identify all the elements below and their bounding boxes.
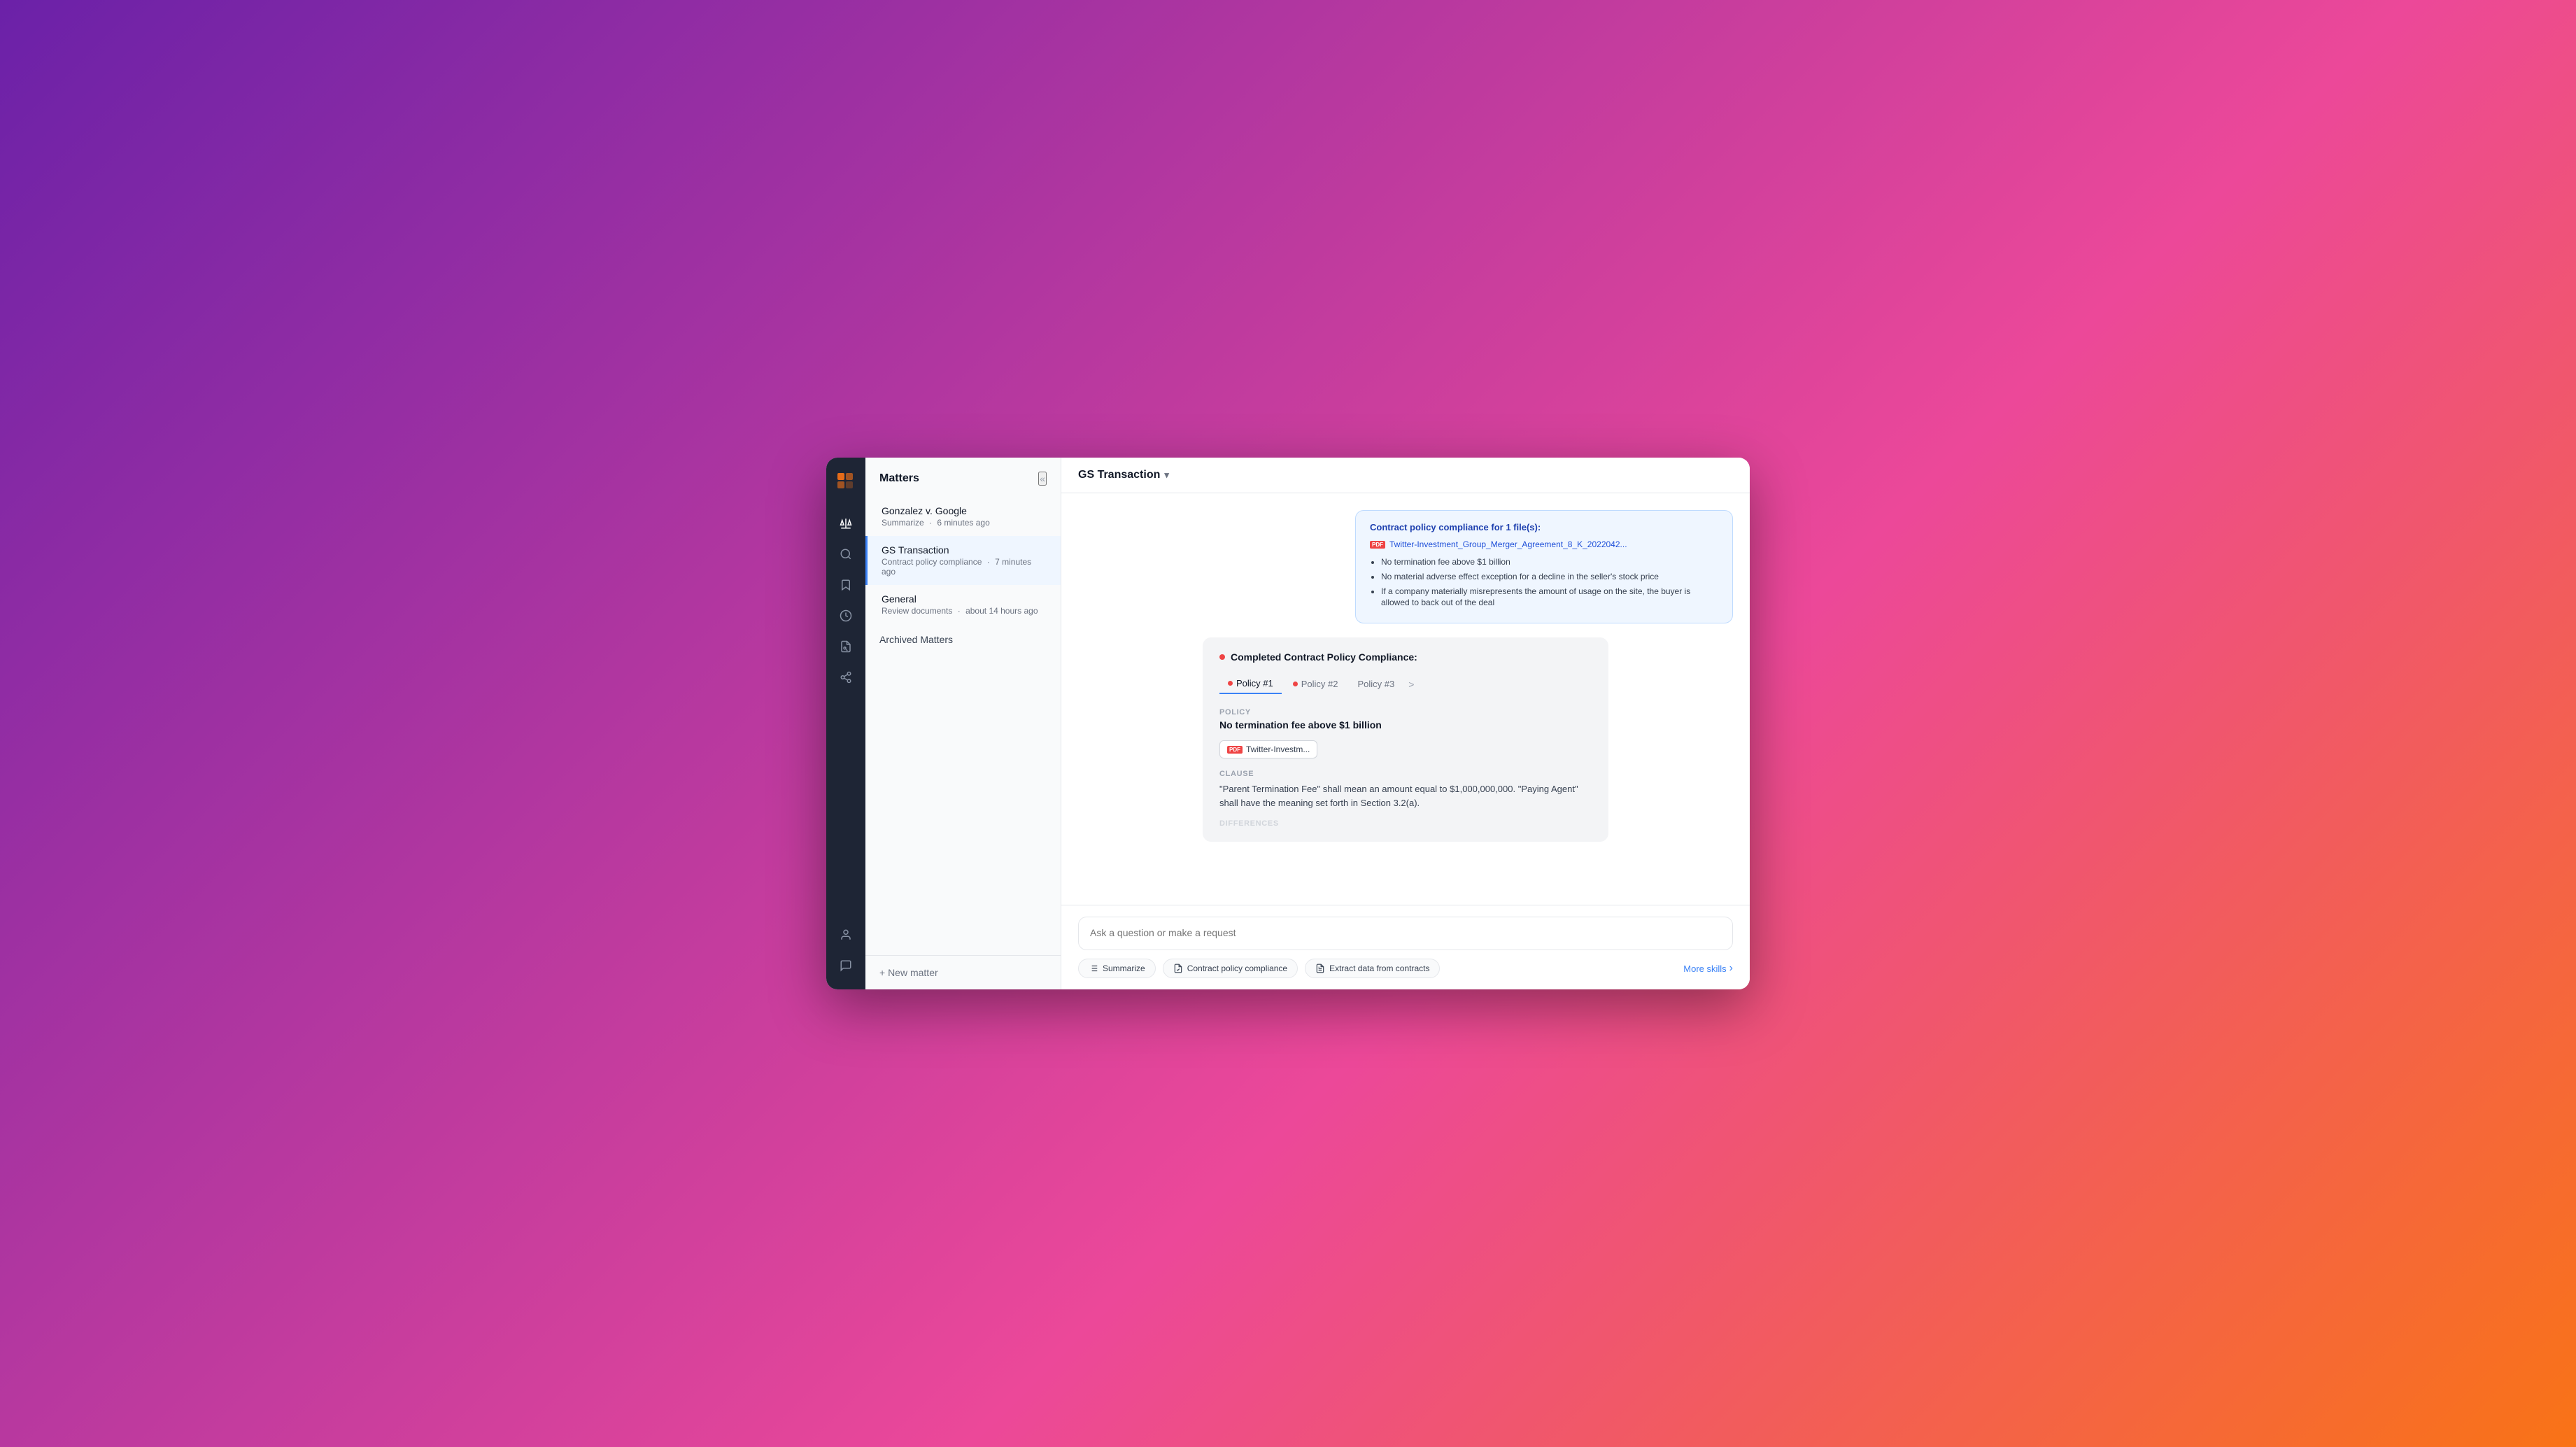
app-logo <box>833 469 858 494</box>
icon-bar-bottom <box>833 922 858 978</box>
policy-item-1: No termination fee above $1 billion <box>1381 556 1718 568</box>
sidebar-item-time: about 14 hours ago <box>965 606 1038 616</box>
sidebar-item-name: General <box>882 593 1047 605</box>
policy-item-2: No material adverse effect exception for… <box>1381 571 1718 583</box>
sidebar-item-meta: Contract policy compliance · 7 minutes a… <box>882 557 1047 577</box>
more-skills-chevron: › <box>1729 962 1733 975</box>
compliance-header: Completed Contract Policy Compliance: <box>1219 651 1592 663</box>
sidebar-item-time: 6 minutes ago <box>937 518 989 528</box>
main-header: GS Transaction ▾ <box>1061 458 1750 493</box>
doc-check-icon <box>1173 964 1183 973</box>
sidebar-item-name: Gonzalez v. Google <box>882 505 1047 516</box>
nav-history-icon[interactable] <box>833 603 858 628</box>
sidebar: Matters « Gonzalez v. Google Summarize ·… <box>865 458 1061 989</box>
policy-text: No termination fee above $1 billion <box>1219 719 1592 730</box>
chip-pdf-badge: PDF <box>1227 746 1243 754</box>
app-window: Matters « Gonzalez v. Google Summarize ·… <box>826 458 1750 989</box>
summarize-label: Summarize <box>1103 964 1145 973</box>
separator: · <box>958 606 961 616</box>
clause-section-label: CLAUSE <box>1219 770 1592 778</box>
more-skills-label: More skills <box>1683 964 1726 974</box>
more-skills-button[interactable]: More skills › <box>1683 962 1733 975</box>
status-dot <box>1219 654 1225 660</box>
compliance-card: Completed Contract Policy Compliance: Po… <box>1203 637 1608 842</box>
policy-tabs: Policy #1 Policy #2 Policy #3 > <box>1219 674 1592 694</box>
policy-tab-1[interactable]: Policy #1 <box>1219 674 1282 694</box>
nav-doc-search-icon[interactable] <box>833 634 858 659</box>
policy-item-3: If a company materially misrepresents th… <box>1381 586 1718 609</box>
chat-actions: Summarize Contract policy compliance <box>1078 959 1733 978</box>
tab-dot-1 <box>1228 681 1233 686</box>
chevron-down-icon: ▾ <box>1164 470 1169 481</box>
info-card: Contract policy compliance for 1 file(s)… <box>1355 510 1733 623</box>
sidebar-item-name: GS Transaction <box>882 544 1047 556</box>
nav-bookmark-icon[interactable] <box>833 572 858 598</box>
sidebar-item-action: Review documents <box>882 606 952 616</box>
tab-more-button[interactable]: > <box>1406 676 1417 693</box>
contract-compliance-chip[interactable]: Contract policy compliance <box>1163 959 1298 978</box>
nav-user-icon[interactable] <box>833 922 858 947</box>
file-chip[interactable]: PDF Twitter-Investm... <box>1219 740 1317 758</box>
main-content: GS Transaction ▾ Contract policy complia… <box>1061 458 1750 989</box>
summarize-chip[interactable]: Summarize <box>1078 959 1156 978</box>
clause-text: "Parent Termination Fee" shall mean an a… <box>1219 782 1592 810</box>
sidebar-items-list: Gonzalez v. Google Summarize · 6 minutes… <box>865 497 1061 955</box>
info-card-title: Contract policy compliance for 1 file(s)… <box>1370 522 1718 532</box>
separator: · <box>929 518 932 528</box>
policy-tab-2[interactable]: Policy #2 <box>1285 675 1347 693</box>
info-card-policy-list: No termination fee above $1 billion No m… <box>1370 556 1718 609</box>
tab-label-1: Policy #1 <box>1236 678 1273 689</box>
tab-label-3: Policy #3 <box>1358 679 1395 689</box>
sidebar-item-gs-transaction[interactable]: GS Transaction Contract policy complianc… <box>865 536 1061 585</box>
sidebar-item-gonzalez[interactable]: Gonzalez v. Google Summarize · 6 minutes… <box>865 497 1061 536</box>
sidebar-footer: + New matter <box>865 955 1061 989</box>
tab-label-2: Policy #2 <box>1301 679 1338 689</box>
differences-label: DIFFERENCES <box>1219 819 1592 828</box>
policy-tab-3[interactable]: Policy #3 <box>1350 675 1403 693</box>
nav-scales-icon[interactable] <box>833 511 858 536</box>
info-card-filename: Twitter-Investment_Group_Merger_Agreemen… <box>1389 539 1627 549</box>
icon-bar <box>826 458 865 989</box>
nav-chat-icon[interactable] <box>833 953 858 978</box>
sidebar-archived-matters[interactable]: Archived Matters <box>865 624 1061 655</box>
matter-title-text: GS Transaction <box>1078 469 1160 481</box>
sidebar-item-general[interactable]: General Review documents · about 14 hour… <box>865 585 1061 624</box>
matter-title-button[interactable]: GS Transaction ▾ <box>1078 469 1169 481</box>
new-matter-label: + New matter <box>879 967 938 978</box>
list-icon <box>1089 964 1098 973</box>
policy-section-label: POLICY <box>1219 708 1592 717</box>
extract-icon <box>1315 964 1325 973</box>
icon-bar-nav <box>833 511 858 922</box>
chat-area: Summarize Contract policy compliance <box>1061 905 1750 989</box>
chip-filename: Twitter-Investm... <box>1246 744 1310 754</box>
sidebar-item-meta: Review documents · about 14 hours ago <box>882 606 1047 616</box>
main-body: Contract policy compliance for 1 file(s)… <box>1061 493 1750 905</box>
pdf-badge: PDF <box>1370 541 1385 549</box>
chat-input-wrapper <box>1078 917 1733 950</box>
new-matter-button[interactable]: + New matter <box>879 967 938 978</box>
sidebar-item-action: Summarize <box>882 518 924 528</box>
chat-input[interactable] <box>1090 927 1721 938</box>
sidebar-item-action: Contract policy compliance <box>882 557 982 567</box>
extract-data-label: Extract data from contracts <box>1329 964 1429 973</box>
info-card-file: PDF Twitter-Investment_Group_Merger_Agre… <box>1370 539 1718 549</box>
sidebar-header: Matters « <box>865 458 1061 497</box>
tab-dot-2 <box>1293 682 1298 686</box>
nav-share-icon[interactable] <box>833 665 858 690</box>
contract-compliance-label: Contract policy compliance <box>1187 964 1287 973</box>
extract-data-chip[interactable]: Extract data from contracts <box>1305 959 1440 978</box>
sidebar-item-meta: Summarize · 6 minutes ago <box>882 518 1047 528</box>
compliance-title: Completed Contract Policy Compliance: <box>1231 651 1417 663</box>
separator: · <box>987 557 990 567</box>
nav-search-icon[interactable] <box>833 542 858 567</box>
sidebar-collapse-button[interactable]: « <box>1038 472 1047 486</box>
sidebar-title: Matters <box>879 472 919 485</box>
